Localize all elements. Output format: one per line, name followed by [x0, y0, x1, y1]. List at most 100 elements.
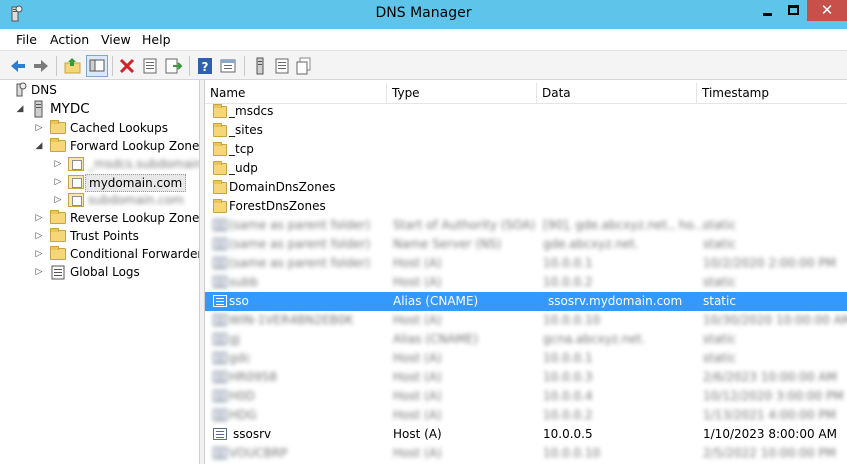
table-row[interactable]: (same as parent folder) Name Server (NS)…	[205, 235, 847, 254]
properties-icon[interactable]	[140, 56, 160, 76]
record-details-icon[interactable]	[294, 56, 314, 76]
collapse-arrow-icon[interactable]: ◢	[14, 100, 26, 118]
tree-item-zone-1[interactable]: ▷ _msdcs.subdomain.com	[0, 155, 232, 173]
server-icon[interactable]	[250, 56, 270, 76]
table-row[interactable]: (same as parent folder) Start of Authori…	[205, 216, 847, 235]
cell-timestamp: 1/10/2023 8:00:00 AM	[703, 427, 837, 441]
list-item[interactable]: _sites	[205, 121, 847, 140]
menu-file[interactable]: File	[16, 32, 37, 47]
cell-name: ssosrv	[233, 427, 272, 441]
column-header-name[interactable]: Name	[205, 83, 387, 103]
cell-timestamp: 10/12/2020 3:00:00 PM	[703, 389, 844, 403]
record-icon	[213, 390, 227, 402]
cell-timestamp: static	[703, 294, 736, 308]
show-hide-tree-icon[interactable]	[86, 55, 108, 77]
cell-type: Alias (CNAME)	[393, 332, 479, 346]
close-button[interactable]: ✕	[807, 0, 847, 21]
record-icon	[213, 219, 227, 231]
column-header-data[interactable]: Data	[537, 83, 697, 103]
tree-item-forward-lookup-zones[interactable]: ◢ Forward Lookup Zones	[0, 137, 206, 155]
cell-timestamp: 2/5/2022 10:00:00 PM	[703, 446, 837, 460]
record-icon	[213, 276, 227, 288]
collapse-arrow-icon[interactable]: ◢	[33, 137, 45, 155]
tree-item-zone-2[interactable]: ▷ subdomain.com	[0, 191, 195, 209]
window-title: DNS Manager	[375, 5, 472, 21]
view-icon[interactable]	[218, 56, 238, 76]
cell-timestamp: 10/2/2020 2:00:00 PM	[703, 256, 837, 270]
tree-item-server[interactable]: ◢ MYDC	[0, 100, 195, 118]
table-row[interactable]: subb Host (A) 10.0.0.2 static	[205, 273, 847, 292]
menu-action[interactable]: Action	[50, 32, 89, 47]
expand-arrow-icon[interactable]: ▷	[52, 155, 64, 173]
list-item[interactable]: _udp	[205, 159, 847, 178]
table-row[interactable]: (same as parent folder) Host (A) 10.0.0.…	[205, 254, 847, 273]
expand-arrow-icon[interactable]: ▷	[52, 173, 64, 191]
list-item[interactable]: DomainDnsZones	[205, 178, 847, 197]
table-row[interactable]: WIN-1VER4BN2EB0K Host (A) 10.0.0.10 10/3…	[205, 311, 847, 330]
cell-name: H0D	[229, 389, 255, 403]
cell-name: DomainDnsZones	[229, 180, 336, 194]
table-row[interactable]: HR0958 Host (A) 10.0.0.3 2/6/2023 10:00:…	[205, 368, 847, 387]
cell-data: 10.0.0.1	[543, 351, 593, 365]
tree-item-dns[interactable]: DNS	[0, 81, 195, 99]
table-row[interactable]: VOUCBRP Host (A) 10.0.0.10 2/5/2022 10:0…	[205, 444, 847, 463]
zone-icon	[68, 175, 84, 189]
tree-item-mydomain[interactable]: ▷ mydomain.com	[0, 173, 195, 192]
cell-type: Host (A)	[393, 446, 442, 460]
folder-icon	[213, 104, 227, 118]
tree-label-trust: Trust Points	[70, 229, 139, 243]
cell-data: 10.0.0.1	[543, 256, 593, 270]
cell-data: 10.0.0.2	[543, 408, 593, 422]
delete-icon[interactable]	[117, 56, 137, 76]
table-row[interactable]: H0D Host (A) 10.0.0.4 10/12/2020 3:00:00…	[205, 387, 847, 406]
column-header-timestamp[interactable]: Timestamp	[697, 83, 847, 103]
record-icon	[213, 295, 227, 307]
table-row[interactable]: HDG Host (A) 10.0.0.2 1/13/2021 4:00:00 …	[205, 406, 847, 425]
forward-arrow-icon[interactable]	[31, 56, 51, 76]
cell-name: HR0958	[229, 370, 277, 384]
tree-label-server: MYDC	[50, 101, 90, 117]
column-header-type[interactable]: Type	[387, 83, 537, 103]
tree-item-global-logs[interactable]: ▷ Global Logs	[0, 263, 195, 281]
table-row[interactable]: gdc Host (A) 10.0.0.1 static	[205, 349, 847, 368]
menu-view[interactable]: View	[101, 32, 131, 47]
record-list-icon[interactable]	[272, 56, 292, 76]
list-item[interactable]: _msdcs	[205, 102, 847, 121]
table-row[interactable]: ssosrv Host (A) 10.0.0.5 1/10/2023 8:00:…	[205, 425, 847, 444]
minimize-button[interactable]	[754, 0, 780, 21]
table-row[interactable]: gj Alias (CNAME) gcna.abcxyz.net. static	[205, 330, 847, 349]
back-arrow-icon[interactable]	[8, 56, 28, 76]
list-item[interactable]: ForestDnsZones	[205, 197, 847, 216]
expand-arrow-icon[interactable]: ▷	[52, 191, 64, 209]
tree-item-trust-points[interactable]: ▷ Trust Points	[0, 227, 195, 245]
cell-timestamp: static	[703, 237, 736, 251]
cell-data: 10.0.0.5	[543, 427, 593, 441]
table-row-selected[interactable]: sso Alias (CNAME) ssosrv.mydomain.com st…	[205, 292, 847, 311]
expand-arrow-icon[interactable]: ▷	[33, 119, 45, 137]
tree-item-reverse-lookup-zones[interactable]: ▷ Reverse Lookup Zones	[0, 209, 206, 227]
zone-icon	[68, 157, 84, 171]
record-icon	[213, 447, 227, 459]
tree-item-cached-lookups[interactable]: ▷ Cached Lookups	[0, 119, 195, 137]
tree-label-mydomain: mydomain.com	[85, 174, 187, 192]
cell-data: 10.0.0.2	[543, 275, 593, 289]
up-folder-icon[interactable]	[63, 56, 83, 76]
cell-name: _tcp	[229, 142, 254, 156]
cell-timestamp: static	[703, 332, 736, 346]
cell-type: Name Server (NS)	[393, 237, 502, 251]
expand-arrow-icon[interactable]: ▷	[33, 263, 45, 281]
folder-icon	[50, 228, 66, 242]
help-icon[interactable]: ?	[195, 56, 215, 76]
maximize-button[interactable]	[780, 0, 807, 21]
expand-arrow-icon[interactable]: ▷	[33, 227, 45, 245]
list-item[interactable]: _tcp	[205, 140, 847, 159]
cell-name: gj	[229, 332, 240, 346]
expand-arrow-icon[interactable]: ▷	[33, 245, 45, 263]
cell-type: Host (A)	[393, 389, 442, 403]
export-list-icon[interactable]	[163, 56, 183, 76]
tree-label-dns: DNS	[31, 83, 57, 97]
tree-item-conditional-forwarders[interactable]: ▷ Conditional Forwarders	[0, 245, 209, 263]
expand-arrow-icon[interactable]: ▷	[33, 209, 45, 227]
cell-name: HDG	[229, 408, 257, 422]
menu-help[interactable]: Help	[142, 32, 171, 47]
